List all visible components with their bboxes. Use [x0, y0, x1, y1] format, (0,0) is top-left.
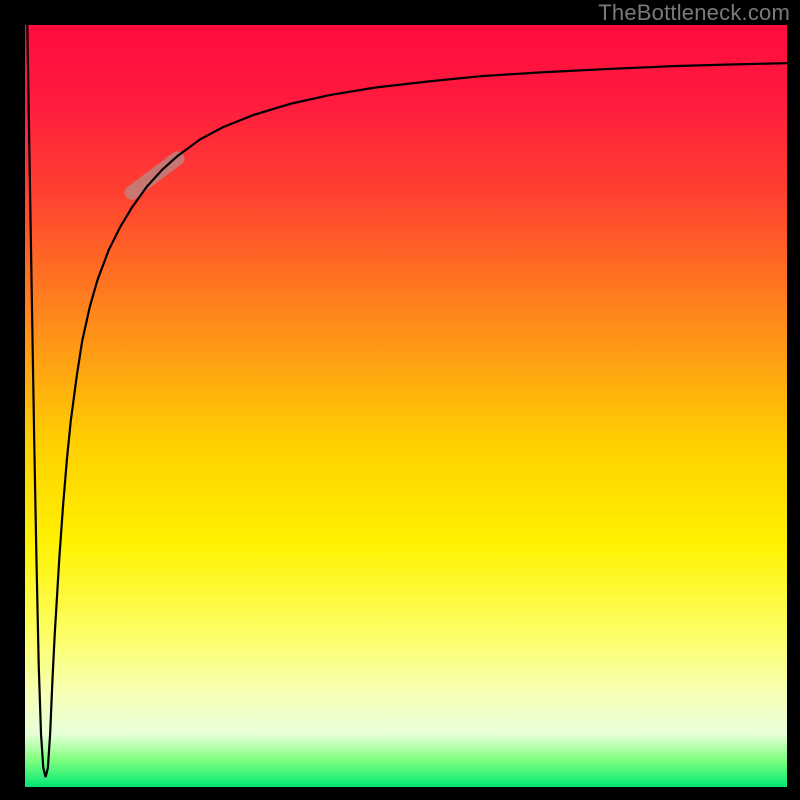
watermark-label: TheBottleneck.com [598, 0, 790, 26]
gradient-background [25, 25, 787, 787]
plot-svg [25, 25, 787, 787]
chart-frame: TheBottleneck.com [0, 0, 800, 800]
plot-area [25, 25, 787, 787]
